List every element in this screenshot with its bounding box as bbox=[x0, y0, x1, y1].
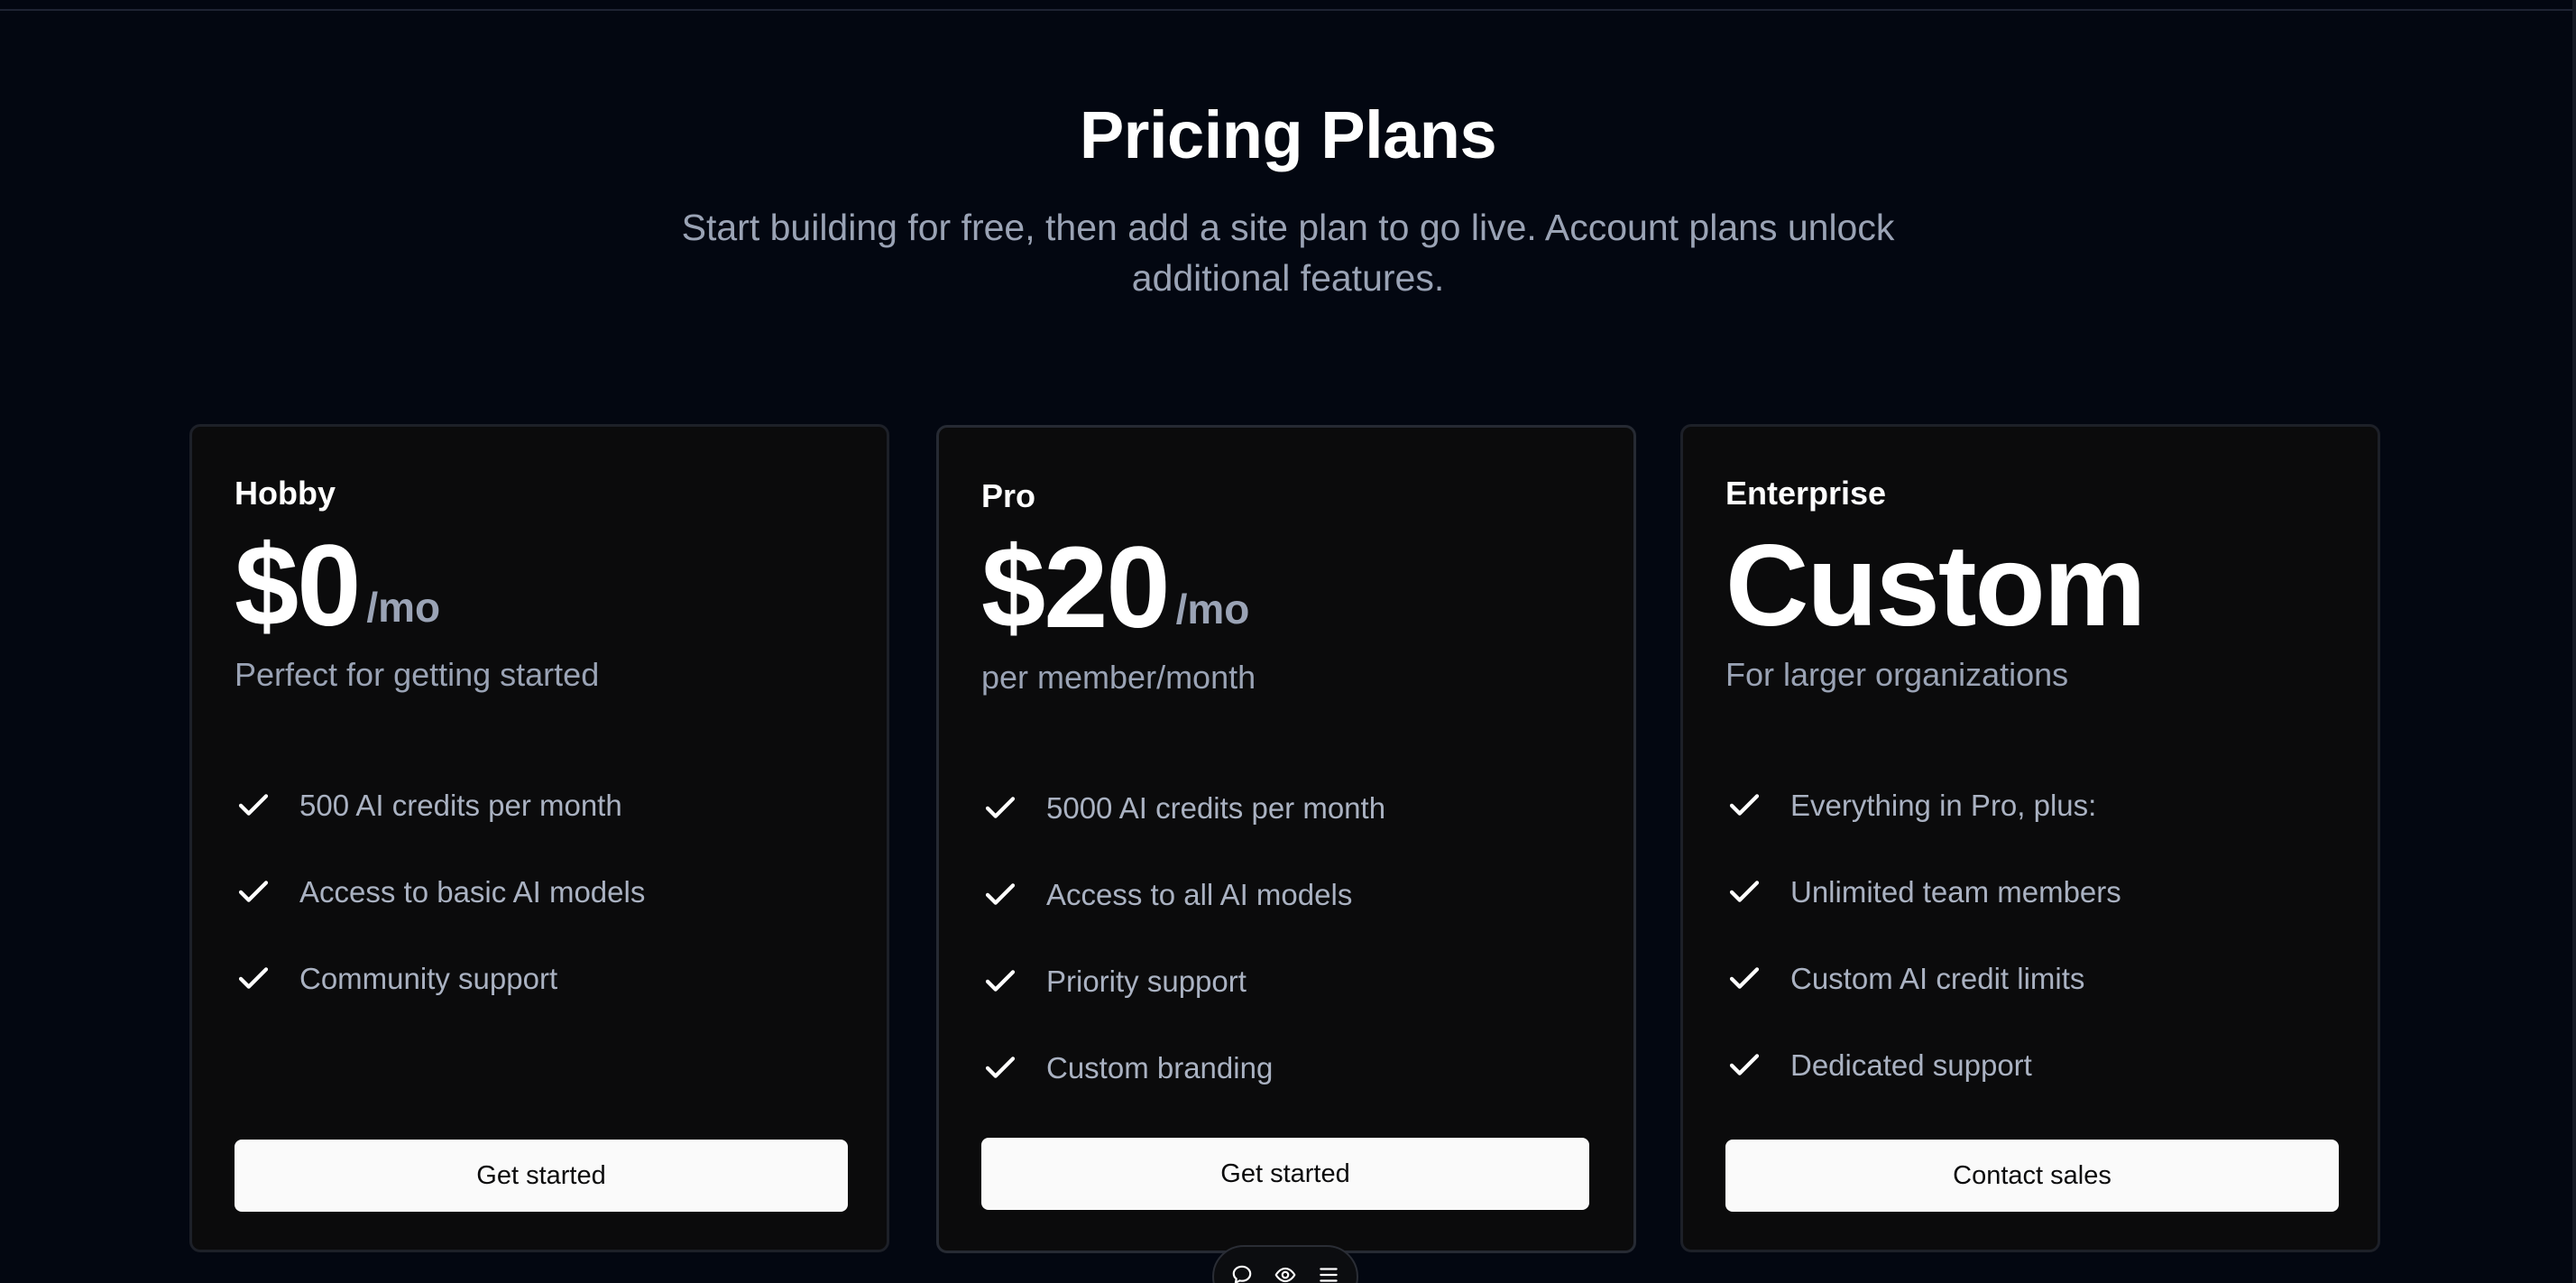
price-row: $20/mo bbox=[981, 530, 1249, 647]
check-icon bbox=[1729, 1054, 1760, 1075]
plan-card-enterprise: Enterprise Custom For larger organizatio… bbox=[1680, 424, 2380, 1252]
feature-item: Priority support bbox=[981, 962, 1385, 1048]
feature-text: Custom branding bbox=[1046, 1051, 1274, 1085]
floating-toolbar bbox=[1212, 1245, 1358, 1283]
plan-description: per member/month bbox=[981, 659, 1256, 696]
price-row: $0/mo bbox=[235, 528, 440, 645]
feature-text: Community support bbox=[299, 962, 558, 995]
feature-list: 5000 AI credits per month Access to all … bbox=[981, 789, 1385, 1135]
feature-item: 500 AI credits per month bbox=[235, 786, 645, 872]
feature-text: Priority support bbox=[1046, 965, 1247, 998]
check-icon bbox=[238, 881, 269, 902]
feature-item: Access to all AI models bbox=[981, 875, 1385, 962]
scrollbar-track[interactable] bbox=[2572, 0, 2576, 1283]
contact-sales-button[interactable]: Contact sales bbox=[1725, 1140, 2339, 1212]
feature-item: Custom AI credit limits bbox=[1725, 959, 2121, 1046]
check-icon bbox=[985, 970, 1016, 992]
feature-text: Dedicated support bbox=[1790, 1048, 2032, 1082]
feature-item: Community support bbox=[235, 959, 645, 1046]
feature-item: Dedicated support bbox=[1725, 1046, 2121, 1132]
feature-item: Everything in Pro, plus: bbox=[1725, 786, 2121, 872]
check-icon bbox=[1729, 881, 1760, 902]
feature-list: 500 AI credits per month Access to basic… bbox=[235, 786, 645, 1046]
eye-icon[interactable] bbox=[1274, 1263, 1297, 1283]
feature-text: Access to all AI models bbox=[1046, 878, 1353, 911]
plan-name: Hobby bbox=[235, 475, 336, 512]
feature-text: 5000 AI credits per month bbox=[1046, 791, 1386, 825]
feature-text: Unlimited team members bbox=[1790, 875, 2121, 909]
check-icon bbox=[985, 883, 1016, 905]
page-title: Pricing Plans bbox=[1079, 97, 1497, 172]
plan-price: $0 bbox=[235, 522, 361, 651]
check-icon bbox=[1729, 967, 1760, 989]
check-icon bbox=[238, 794, 269, 816]
feature-text: 500 AI credits per month bbox=[299, 789, 622, 822]
feature-item: 5000 AI credits per month bbox=[981, 789, 1385, 875]
check-icon bbox=[985, 797, 1016, 818]
plan-name: Pro bbox=[981, 477, 1036, 514]
feature-list: Everything in Pro, plus: Unlimited team … bbox=[1725, 786, 2121, 1132]
price-row: Custom bbox=[1725, 522, 2146, 651]
page-subtitle: Start building for free, then add a site… bbox=[681, 207, 1895, 299]
feature-text: Access to basic AI models bbox=[299, 875, 646, 909]
plan-description: Perfect for getting started bbox=[235, 656, 600, 693]
feature-item: Access to basic AI models bbox=[235, 872, 645, 959]
feature-text: Everything in Pro, plus: bbox=[1790, 789, 2097, 822]
plan-period: /mo bbox=[366, 584, 441, 631]
plan-card-hobby: Hobby $0/mo Perfect for getting started … bbox=[189, 424, 889, 1252]
check-icon bbox=[238, 967, 269, 989]
feature-item: Custom branding bbox=[981, 1048, 1385, 1135]
top-divider bbox=[0, 0, 2576, 11]
check-icon bbox=[985, 1057, 1016, 1078]
get-started-button[interactable]: Get started bbox=[235, 1140, 848, 1212]
comment-icon[interactable] bbox=[1230, 1263, 1254, 1283]
plan-period: /mo bbox=[1175, 586, 1250, 632]
menu-icon[interactable] bbox=[1317, 1263, 1340, 1283]
plan-card-pro: Pro $20/mo per member/month 5000 AI cred… bbox=[936, 425, 1636, 1253]
plan-price: Custom bbox=[1725, 522, 2146, 651]
feature-item: Unlimited team members bbox=[1725, 872, 2121, 959]
plan-description: For larger organizations bbox=[1725, 656, 2069, 693]
pricing-page: Pricing Plans Start building for free, t… bbox=[0, 0, 2576, 1283]
plan-name: Enterprise bbox=[1725, 475, 1887, 512]
plan-price: $20 bbox=[981, 523, 1171, 652]
check-icon bbox=[1729, 794, 1760, 816]
get-started-button[interactable]: Get started bbox=[981, 1138, 1589, 1210]
feature-text: Custom AI credit limits bbox=[1790, 962, 2085, 995]
